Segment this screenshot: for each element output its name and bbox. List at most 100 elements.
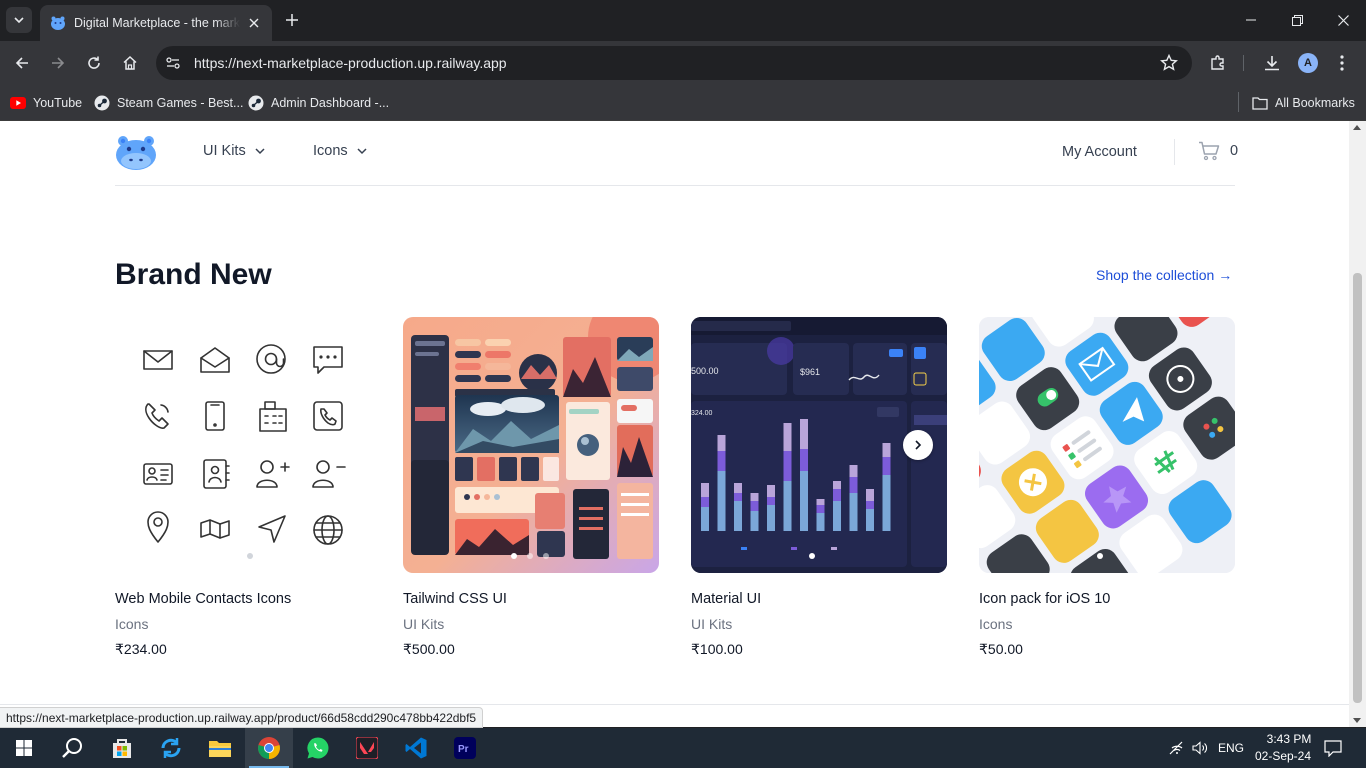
bookmark-youtube[interactable]: YouTube xyxy=(10,93,82,113)
taskbar-sync[interactable] xyxy=(147,728,195,768)
minimize-button[interactable] xyxy=(1228,0,1274,40)
taskbar-chrome[interactable] xyxy=(245,728,293,768)
carousel-dot[interactable] xyxy=(527,553,533,559)
preview-bar-segment xyxy=(866,489,874,501)
shop-collection-link[interactable]: Shop the collection → xyxy=(1096,267,1232,283)
scrollbar-thumb[interactable] xyxy=(1353,273,1362,703)
steam-icon xyxy=(248,95,264,111)
site-info-icon[interactable] xyxy=(158,48,188,78)
preview-bar-segment xyxy=(833,489,841,501)
preview-bar-segment xyxy=(701,507,709,531)
contact-book-icon xyxy=(203,459,230,489)
preview-bar-segment xyxy=(717,451,726,471)
search-button[interactable] xyxy=(48,728,96,768)
preview-bar-segment xyxy=(816,505,825,513)
arrow-left-icon xyxy=(15,57,28,69)
product-image[interactable] xyxy=(115,317,371,573)
product-image[interactable] xyxy=(979,317,1235,573)
volume-icon[interactable] xyxy=(1192,741,1208,755)
downloads-button[interactable] xyxy=(1260,51,1284,75)
nav-ui-kits[interactable]: UI Kits xyxy=(203,143,266,159)
whatsapp-icon xyxy=(307,737,329,759)
product-price: ₹100.00 xyxy=(691,641,743,657)
carousel-next-button[interactable] xyxy=(903,430,933,460)
taskbar-whatsapp[interactable] xyxy=(294,728,342,768)
valorant-icon xyxy=(356,737,378,759)
product-card[interactable]: Icon pack for iOS 10 Icons ₹50.00 xyxy=(979,317,1235,658)
clock-time[interactable]: 3:43 PM xyxy=(1258,732,1320,746)
scroll-up-arrow[interactable] xyxy=(1353,125,1361,130)
product-name[interactable]: Web Mobile Contacts Icons xyxy=(115,591,371,607)
network-icon[interactable] xyxy=(1169,741,1185,755)
taskbar-store[interactable] xyxy=(98,728,146,768)
preview-bar-segment xyxy=(734,483,742,493)
profile-avatar[interactable]: A xyxy=(1298,53,1318,73)
bookmark-admin-dashboard[interactable]: Admin Dashboard -... xyxy=(248,93,389,113)
preview-bar-segment xyxy=(800,419,808,449)
close-window-button[interactable] xyxy=(1320,0,1366,40)
new-tab-button[interactable] xyxy=(282,10,302,30)
nav-icons[interactable]: Icons xyxy=(313,143,368,159)
language-indicator[interactable]: ENG xyxy=(1218,741,1244,755)
carousel-dot[interactable] xyxy=(247,553,253,559)
chevron-down-icon xyxy=(14,17,24,24)
stat-value: $961 xyxy=(800,367,821,377)
taskbar-valorant[interactable] xyxy=(343,728,391,768)
product-card[interactable]: 500.00 $961 324.00 Material UI UI Kits ₹… xyxy=(691,317,947,658)
home-icon xyxy=(123,55,137,70)
page-viewport: UI Kits Icons My Account 0 Brand New Sho… xyxy=(0,121,1349,727)
carousel-dot-active[interactable] xyxy=(511,553,517,559)
clock-date[interactable]: 02-Sep-24 xyxy=(1252,749,1314,763)
envelope-icon xyxy=(143,350,173,370)
search-icon xyxy=(62,738,82,758)
product-image[interactable]: 500.00 $961 324.00 xyxy=(691,317,947,573)
address-bar[interactable]: https://next-marketplace-production.up.r… xyxy=(156,46,1192,80)
product-card[interactable]: Tailwind CSS UI UI Kits ₹500.00 xyxy=(403,317,659,658)
carousel-dot-active[interactable] xyxy=(1097,553,1103,559)
all-bookmarks-button[interactable]: All Bookmarks xyxy=(1252,93,1355,113)
all-bookmarks-label: All Bookmarks xyxy=(1275,96,1355,110)
tab-search-button[interactable] xyxy=(6,7,32,33)
restore-button[interactable] xyxy=(1274,0,1320,40)
preview-bar-segment xyxy=(882,457,891,475)
phone-icon xyxy=(145,403,169,429)
product-name[interactable]: Tailwind CSS UI xyxy=(403,591,659,607)
start-button[interactable] xyxy=(0,728,48,768)
preview-bar-segment xyxy=(767,497,775,505)
windows-taskbar: Pr ENG 3:43 PM 02-Sep-24 xyxy=(0,728,1366,768)
product-card[interactable]: Web Mobile Contacts Icons Icons ₹234.00 xyxy=(115,317,371,658)
page-scrollbar[interactable] xyxy=(1349,121,1366,727)
map-pin-icon xyxy=(147,511,169,543)
product-image[interactable] xyxy=(403,317,659,573)
carousel-dot[interactable] xyxy=(543,553,549,559)
arrow-right-icon xyxy=(52,57,65,69)
notification-icon[interactable] xyxy=(1324,740,1342,757)
bookmark-star-icon[interactable] xyxy=(1160,54,1178,72)
menu-button[interactable] xyxy=(1330,51,1354,75)
extensions-button[interactable] xyxy=(1206,51,1230,75)
taskbar-premiere-pro[interactable]: Pr xyxy=(441,728,489,768)
browser-tab[interactable]: Digital Marketplace - the marketplace fo… xyxy=(40,5,272,41)
header-divider xyxy=(1174,139,1175,165)
back-button[interactable] xyxy=(8,49,36,77)
taskbar-file-explorer[interactable] xyxy=(196,728,244,768)
forward-button[interactable] xyxy=(44,49,72,77)
carousel-dot-active[interactable] xyxy=(809,553,815,559)
preview-bar-segment xyxy=(866,509,874,531)
hippo-logo-icon[interactable] xyxy=(115,135,157,171)
preview-bar-segment xyxy=(783,451,792,481)
my-account-link[interactable]: My Account xyxy=(1062,144,1137,160)
kebab-menu-icon xyxy=(1340,55,1344,71)
preview-bar-segment xyxy=(734,501,742,531)
preview-bar-segment xyxy=(783,481,792,531)
reload-button[interactable] xyxy=(80,49,108,77)
home-button[interactable] xyxy=(116,49,144,77)
bookmark-steam-games[interactable]: Steam Games - Best... xyxy=(94,93,243,113)
cart-button[interactable]: 0 xyxy=(1198,141,1238,161)
product-name[interactable]: Material UI xyxy=(691,591,947,607)
browser-tab-bar: Digital Marketplace - the marketplace fo… xyxy=(0,0,1366,41)
taskbar-vscode[interactable] xyxy=(392,728,440,768)
scroll-down-arrow[interactable] xyxy=(1353,718,1361,723)
tab-close-icon[interactable] xyxy=(246,15,262,31)
product-name[interactable]: Icon pack for iOS 10 xyxy=(979,591,1235,607)
